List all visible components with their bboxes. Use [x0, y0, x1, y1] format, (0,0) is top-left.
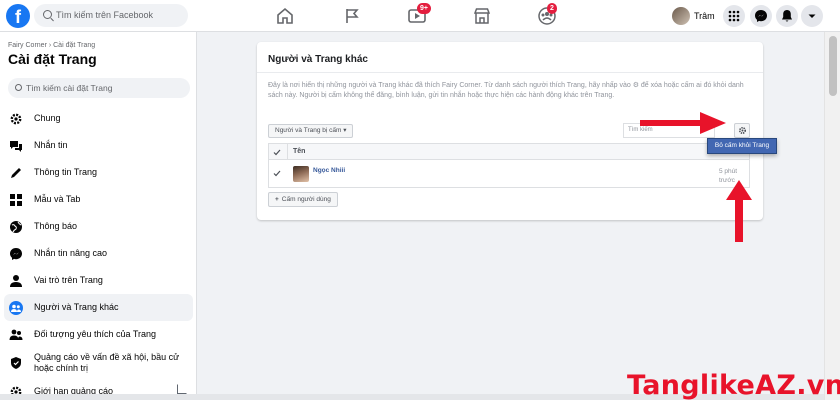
gear-icon: [738, 126, 746, 135]
facebook-search-input[interactable]: Tìm kiếm trên Facebook: [34, 4, 188, 27]
card-title: Người và Trang khác: [268, 54, 368, 65]
page-scrollbar[interactable]: [824, 32, 840, 400]
settings-search-placeholder: Tìm kiếm cài đặt Trang: [26, 83, 113, 93]
sidebar-item-preferred-audience[interactable]: Đối tượng yêu thích của Trang: [4, 321, 193, 348]
table-row[interactable]: Ngọc Nhiii 5 phút trước: [268, 160, 750, 188]
card-description: Đây là nơi hiển thị những người và Trang…: [268, 82, 744, 99]
sidebar-item-label: Nhắn tin: [34, 140, 68, 150]
sidebar-item-label: Quảng cáo về vấn đề xã hội, bầu cử hoặc …: [34, 352, 180, 373]
column-header-name[interactable]: Tên: [293, 148, 305, 155]
sidebar-item-label: Thông báo: [34, 221, 78, 231]
facebook-search-placeholder: Tìm kiếm trên Facebook: [56, 10, 154, 20]
watch-icon[interactable]: 9+: [407, 3, 431, 26]
sidebar-item-templates-tabs[interactable]: Mẫu và Tab: [4, 186, 193, 213]
pencil-icon: [8, 165, 24, 181]
ban-user-button[interactable]: + Cấm người dùng: [268, 192, 338, 207]
sidebar-item-political-ads[interactable]: Quảng cáo về vấn đề xã hội, bầu cử hoặc …: [4, 348, 193, 378]
settings-menu: Chung Nhắn tin Thông tin Trang Mẫu và Ta…: [4, 105, 193, 400]
scrollbar-thumb[interactable]: [829, 36, 837, 96]
messenger-icon: [8, 246, 24, 262]
sidebar-item-general[interactable]: Chung: [4, 105, 193, 132]
user-name: Trâm: [694, 11, 715, 21]
grid-dots-icon: [728, 10, 740, 22]
sidebar-item-label: Người và Trang khác: [34, 302, 119, 312]
people-table: Tên Ngọc Nhiii 5 phút trước: [268, 143, 750, 188]
people-icon: [8, 300, 24, 316]
plus-icon: +: [275, 196, 279, 203]
home-icon[interactable]: [275, 6, 295, 26]
ban-user-label: Cấm người dùng: [281, 196, 331, 203]
filter-dropdown[interactable]: Người và Trang bị cấm ▾: [268, 124, 354, 138]
groups-badge: 2: [547, 3, 557, 14]
bell-icon: [782, 10, 792, 22]
notifications-button[interactable]: [776, 5, 798, 27]
search-icon: [15, 84, 22, 91]
facebook-logo[interactable]: f: [6, 4, 30, 28]
table-header: Tên: [268, 143, 750, 160]
globe-icon: [8, 219, 24, 235]
chevron-down-icon: [808, 14, 816, 18]
avatar[interactable]: [293, 166, 309, 182]
search-icon: [43, 10, 52, 19]
sidebar-item-page-roles[interactable]: Vai trò trên Trang: [4, 267, 193, 294]
sidebar-item-people-and-pages[interactable]: Người và Trang khác: [4, 294, 193, 321]
unban-from-page-menu-item[interactable]: Bỏ cấm khỏi Trang: [707, 138, 777, 154]
sidebar-item-label: Vai trò trên Trang: [34, 275, 103, 285]
sidebar-item-notifications[interactable]: Thông báo: [4, 213, 193, 240]
red-arrow-up-annotation: [726, 180, 752, 242]
person-icon: [8, 273, 24, 289]
red-arrow-right-annotation: [640, 112, 726, 134]
page-settings-sidebar: Fairy Corner › Cài đặt Trang Cài đặt Tra…: [0, 32, 197, 400]
settings-gear-button[interactable]: [734, 123, 750, 138]
sidebar-item-label: Thông tin Trang: [34, 167, 98, 177]
divider: [257, 72, 763, 73]
gear-icon: [8, 111, 24, 127]
pages-flag-icon[interactable]: [342, 6, 362, 26]
watermark-text: TanglikeAZ.vn: [627, 370, 840, 400]
sidebar-item-advanced-messaging[interactable]: Nhắn tin nâng cao: [4, 240, 193, 267]
column-separator: [287, 144, 288, 159]
account-menu-button[interactable]: [801, 5, 823, 27]
sidebar-item-messaging[interactable]: Nhắn tin: [4, 132, 193, 159]
sidebar-title: Cài đặt Trang: [8, 51, 97, 67]
menu-grid-button[interactable]: [723, 5, 745, 27]
person-name-link[interactable]: Ngọc Nhiii: [313, 167, 345, 174]
groups-icon[interactable]: 2: [537, 3, 557, 26]
profile-chip[interactable]: Trâm: [672, 5, 715, 27]
audience-icon: [8, 327, 24, 343]
sidebar-item-label: Chung: [34, 113, 61, 123]
marketplace-icon[interactable]: [472, 6, 492, 26]
sidebar-item-page-info[interactable]: Thông tin Trang: [4, 159, 193, 186]
avatar: [672, 7, 690, 25]
sidebar-item-label: Mẫu và Tab: [34, 194, 81, 204]
select-all-checkbox[interactable]: [273, 149, 281, 156]
grid-icon: [8, 192, 24, 208]
sidebar-item-label: Nhắn tin nâng cao: [34, 248, 108, 258]
settings-search-input[interactable]: Tìm kiếm cài đặt Trang: [8, 78, 190, 98]
messenger-button[interactable]: [750, 5, 772, 27]
row-checkbox[interactable]: [273, 170, 281, 177]
top-navigation-bar: f Tìm kiếm trên Facebook 9+ 2 Trâm: [0, 0, 840, 32]
shield-icon: [8, 355, 24, 371]
watch-badge: 9+: [417, 3, 431, 14]
sidebar-item-label: Đối tượng yêu thích của Trang: [34, 329, 156, 339]
external-link-icon: [177, 384, 187, 394]
messenger-icon: [755, 10, 767, 22]
chat-icon: [8, 138, 24, 154]
breadcrumb[interactable]: Fairy Corner › Cài đặt Trang: [8, 42, 95, 49]
